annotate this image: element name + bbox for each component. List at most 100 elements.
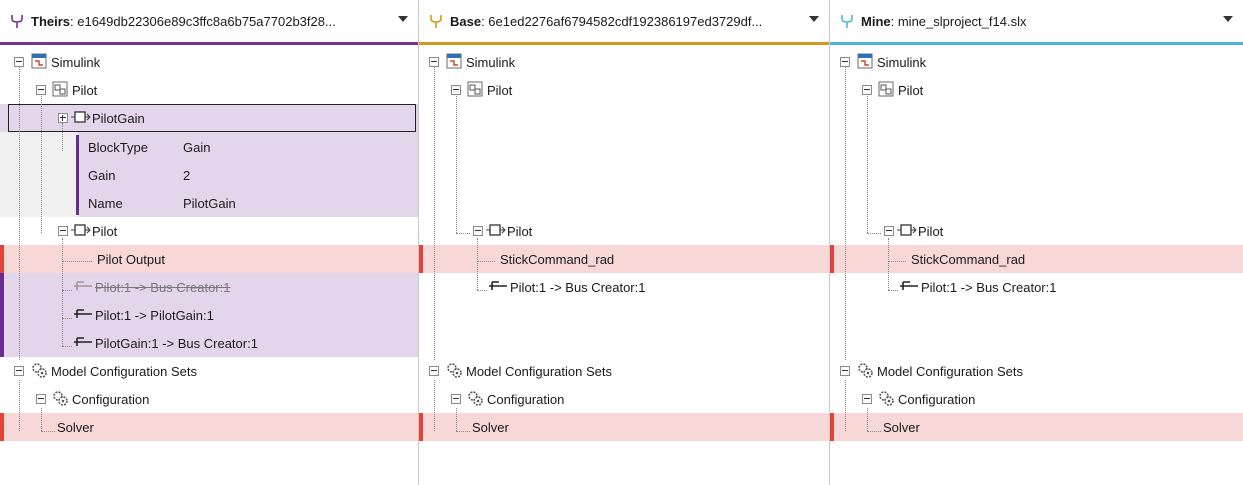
tree-line xyxy=(845,66,846,360)
tree-row-port[interactable]: StickCommand_rad xyxy=(830,245,1243,273)
tree-row-pilot-subsystem[interactable]: Pilot xyxy=(419,76,829,104)
mine-pane: Mine : mine_slproject_f14.slx Simulink P… xyxy=(830,0,1243,485)
simulink-model-icon xyxy=(446,53,462,69)
node-label: Solver xyxy=(472,420,509,435)
node-label: Configuration xyxy=(72,392,150,407)
collapse-icon[interactable] xyxy=(36,394,46,404)
signal-line-icon xyxy=(900,281,918,290)
theirs-color-bar xyxy=(0,42,418,45)
tree-row-pilotgain[interactable]: PilotGain xyxy=(0,104,418,132)
three-way-merge-view: Theirs : e1649db22306e89c3ffc8a6b75a7702… xyxy=(0,0,1243,485)
collapse-icon[interactable] xyxy=(14,57,24,67)
collapse-icon[interactable] xyxy=(862,394,872,404)
theirs-header[interactable]: Theirs : e1649db22306e89c3ffc8a6b75a7702… xyxy=(0,0,418,42)
tree-row-line[interactable]: Pilot:1 -> Bus Creator:1 xyxy=(419,273,829,301)
collapse-icon[interactable] xyxy=(451,85,461,95)
node-label: Pilot Output xyxy=(97,252,165,267)
node-label: Pilot xyxy=(487,83,513,98)
base-pane: Base : 6e1ed2276af6794582cdf192386197ed3… xyxy=(419,0,829,485)
expand-icon[interactable] xyxy=(58,113,68,123)
theirs-revision: : e1649db22306e89c3ffc8a6b75a7702b3f28..… xyxy=(70,13,336,29)
chevron-down-icon[interactable] xyxy=(809,16,819,22)
node-label: PilotGain xyxy=(92,111,145,126)
collapse-icon[interactable] xyxy=(840,366,850,376)
collapse-icon[interactable] xyxy=(58,226,68,236)
tree-row-config-sets[interactable]: Model Configuration Sets xyxy=(830,357,1243,385)
simulink-model-icon xyxy=(857,53,873,69)
tree-row-solver[interactable]: Solver xyxy=(0,413,418,441)
base-color-bar xyxy=(419,42,829,45)
gear-icon xyxy=(879,391,894,406)
collapse-icon[interactable] xyxy=(429,57,439,67)
node-label: Model Configuration Sets xyxy=(51,364,197,379)
chevron-down-icon[interactable] xyxy=(398,16,408,22)
property-row[interactable]: Name PilotGain xyxy=(0,189,418,217)
block-icon xyxy=(897,224,917,236)
tree-row-config-sets[interactable]: Model Configuration Sets xyxy=(0,357,418,385)
gear-icon xyxy=(447,363,462,378)
tree-line xyxy=(867,96,868,233)
collapse-icon[interactable] xyxy=(14,366,24,376)
tree-row-line-deleted[interactable]: Pilot:1 -> Bus Creator:1 xyxy=(0,273,418,301)
tree-row-solver[interactable]: Solver xyxy=(830,413,1243,441)
fork-icon xyxy=(11,15,23,28)
tree-line xyxy=(434,66,435,360)
collapse-icon[interactable] xyxy=(36,85,46,95)
tree-row-configuration[interactable]: Configuration xyxy=(830,385,1243,413)
theirs-pane: Theirs : e1649db22306e89c3ffc8a6b75a7702… xyxy=(0,0,418,485)
property-value: Gain xyxy=(183,140,211,155)
tree-row-configuration[interactable]: Configuration xyxy=(419,385,829,413)
node-label: StickCommand_rad xyxy=(500,252,615,267)
tree-row-pilot-subsystem[interactable]: Pilot xyxy=(830,76,1243,104)
tree-row-port[interactable]: StickCommand_rad xyxy=(419,245,829,273)
tree-row-line[interactable]: Pilot:1 -> PilotGain:1 xyxy=(0,301,418,329)
tree-row-line[interactable]: Pilot:1 -> Bus Creator:1 xyxy=(830,273,1243,301)
node-label: Pilot:1 -> Bus Creator:1 xyxy=(510,280,646,295)
tree-row-line[interactable]: PilotGain:1 -> Bus Creator:1 xyxy=(0,329,418,357)
base-label: Base xyxy=(450,13,482,29)
fork-icon xyxy=(841,15,853,28)
signal-line-icon xyxy=(74,309,92,318)
collapse-icon[interactable] xyxy=(862,85,872,95)
node-label: StickCommand_rad xyxy=(911,252,1026,267)
gear-icon xyxy=(53,391,68,406)
node-label: Solver xyxy=(57,420,94,435)
property-row[interactable]: Gain 2 xyxy=(0,161,418,189)
chevron-down-icon[interactable] xyxy=(1223,16,1233,22)
mine-header[interactable]: Mine : mine_slproject_f14.slx xyxy=(830,0,1243,42)
property-name: BlockType xyxy=(88,140,148,155)
base-header[interactable]: Base : 6e1ed2276af6794582cdf192386197ed3… xyxy=(419,0,829,42)
node-label: Simulink xyxy=(51,55,101,70)
signal-line-icon xyxy=(489,281,507,290)
collapse-icon[interactable] xyxy=(840,57,850,67)
tree-row-pilot-block[interactable]: Pilot xyxy=(830,217,1243,245)
property-value: PilotGain xyxy=(183,196,236,211)
node-label: Pilot:1 -> Bus Creator:1 xyxy=(95,280,231,295)
property-name: Name xyxy=(88,196,123,211)
tree-row-pilot-block[interactable]: Pilot xyxy=(0,217,418,245)
tree-row-simulink[interactable]: Simulink xyxy=(0,48,418,76)
subsystem-icon xyxy=(467,81,483,97)
collapse-icon[interactable] xyxy=(429,366,439,376)
tree-row-solver[interactable]: Solver xyxy=(419,413,829,441)
collapse-icon[interactable] xyxy=(473,226,483,236)
base-revision: : 6e1ed2276af6794582cdf192386197ed3729df… xyxy=(481,13,763,29)
collapse-icon[interactable] xyxy=(884,226,894,236)
property-row[interactable]: BlockType Gain xyxy=(0,133,418,161)
tree-row-pilot-subsystem[interactable]: Pilot xyxy=(0,76,418,104)
tree-row-config-sets[interactable]: Model Configuration Sets xyxy=(419,357,829,385)
gear-icon xyxy=(858,363,873,378)
subsystem-icon xyxy=(52,81,68,97)
node-label: Pilot xyxy=(898,83,924,98)
tree-row-simulink[interactable]: Simulink xyxy=(419,48,829,76)
node-label: Pilot:1 -> Bus Creator:1 xyxy=(921,280,1057,295)
gear-icon xyxy=(32,363,47,378)
tree-row-pilot-block[interactable]: Pilot xyxy=(419,217,829,245)
node-label: Solver xyxy=(883,420,920,435)
collapse-icon[interactable] xyxy=(451,394,461,404)
node-label: Simulink xyxy=(877,55,927,70)
node-label: Pilot xyxy=(918,224,944,239)
tree-row-configuration[interactable]: Configuration xyxy=(0,385,418,413)
tree-row-simulink[interactable]: Simulink xyxy=(830,48,1243,76)
tree-row-port[interactable]: Pilot Output xyxy=(0,245,418,273)
